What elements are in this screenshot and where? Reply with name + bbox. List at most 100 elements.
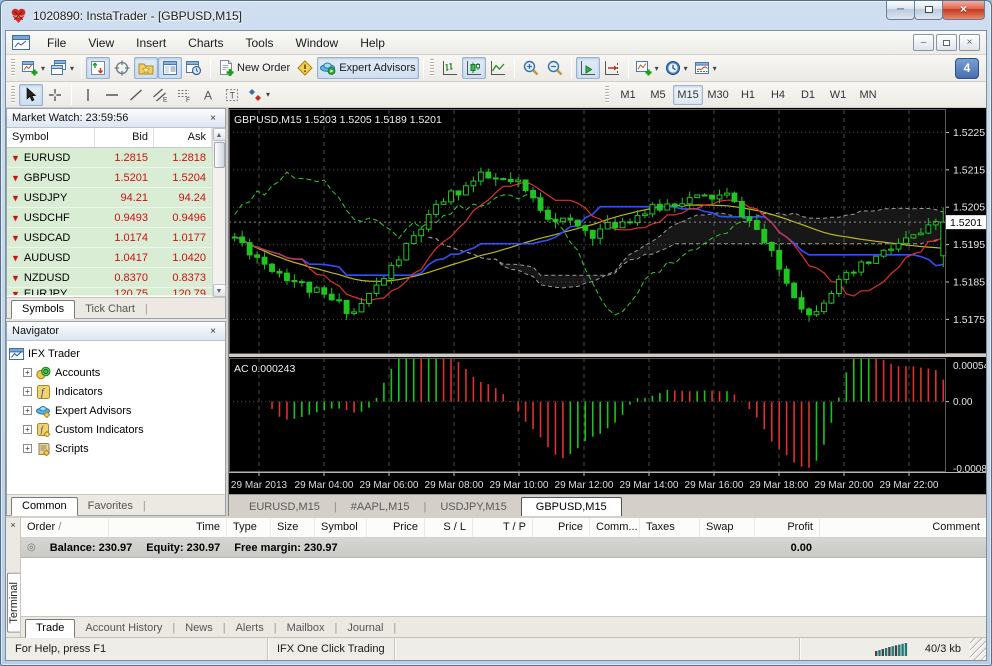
close-icon[interactable]: × xyxy=(206,113,220,124)
chart-minimize-button[interactable]: – xyxy=(913,34,934,51)
notifications-badge[interactable]: 4 xyxy=(955,58,979,79)
chart-tab-usdjpy[interactable]: USDJPY,M15 xyxy=(426,498,520,516)
horizontal-line-tool-button[interactable] xyxy=(100,84,124,106)
toolbar-grip[interactable] xyxy=(11,59,15,77)
column-profit[interactable]: Profit xyxy=(755,518,820,537)
expert-advisors-button[interactable]: Expert Advisors xyxy=(317,57,418,79)
column-commission[interactable]: Comm... xyxy=(590,518,640,537)
data-window-button[interactable] xyxy=(110,57,134,79)
tab-favorites[interactable]: Favorites xyxy=(78,498,143,515)
close-icon[interactable]: × xyxy=(10,518,15,532)
quote-row-usdchf[interactable]: ▼USDCHF 0.94930.9496 xyxy=(7,208,212,228)
tab-tick-chart[interactable]: Tick Chart xyxy=(75,301,145,318)
scrollbar-thumb[interactable] xyxy=(214,142,225,168)
chart-tab-gbpusd[interactable]: GBPUSD,M15 xyxy=(521,497,622,517)
column-type[interactable]: Type xyxy=(227,518,271,537)
tab-alerts[interactable]: Alerts xyxy=(226,620,274,637)
new-order-button[interactable]: New Order xyxy=(215,57,293,79)
templates-button[interactable]: ▾ xyxy=(691,57,720,79)
menu-view[interactable]: View xyxy=(77,33,125,53)
quote-row-gbpusd[interactable]: ▼GBPUSD 1.52011.5204 xyxy=(7,168,212,188)
column-ask[interactable]: Ask xyxy=(154,128,212,147)
column-swap[interactable]: Swap xyxy=(700,518,755,537)
tree-item-scripts[interactable]: + Scripts xyxy=(9,439,223,458)
chart-restore-button[interactable] xyxy=(936,34,957,51)
tree-item-accounts[interactable]: + Accounts xyxy=(9,363,223,382)
tree-item-indicators[interactable]: + f Indicators xyxy=(9,382,223,401)
menu-file[interactable]: File xyxy=(36,33,77,53)
tree-item-custom-indicators[interactable]: + f Custom Indicators xyxy=(9,420,223,439)
tab-symbols[interactable]: Symbols xyxy=(11,300,75,319)
expand-icon[interactable]: + xyxy=(23,368,32,377)
one-click-trading-status[interactable]: IFX One Click Trading xyxy=(268,638,395,660)
chart-shift-button[interactable] xyxy=(600,57,624,79)
column-sl[interactable]: S / L xyxy=(425,518,473,537)
close-icon[interactable]: × xyxy=(206,326,220,337)
tree-item-expert-advisors[interactable]: + Expert Advisors xyxy=(9,401,223,420)
market-watch-toggle-button[interactable] xyxy=(86,57,110,79)
tab-journal[interactable]: Journal xyxy=(337,620,393,637)
candlestick-mode-button[interactable] xyxy=(462,57,486,79)
chart-tab-aapl[interactable]: #AAPL,M15 xyxy=(337,498,424,516)
zoom-out-button[interactable] xyxy=(543,57,567,79)
toolbar-grip[interactable] xyxy=(605,86,609,104)
menu-insert[interactable]: Insert xyxy=(125,33,177,53)
gbpusd-m15-chart[interactable]: 29 Mar 201329 Mar 04:0029 Mar 06:0029 Ma… xyxy=(229,108,986,494)
fibonacci-tool-button[interactable]: F xyxy=(172,84,196,106)
bar-chart-mode-button[interactable] xyxy=(438,57,462,79)
timeframe-d1[interactable]: D1 xyxy=(793,85,823,105)
auto-scroll-button[interactable] xyxy=(576,57,600,79)
column-tp[interactable]: T / P xyxy=(473,518,533,537)
column-size[interactable]: Size xyxy=(271,518,315,537)
column-taxes[interactable]: Taxes xyxy=(640,518,700,537)
metaeditor-warning-button[interactable] xyxy=(293,57,317,79)
crosshair-tool-button[interactable] xyxy=(43,84,67,106)
price-chart[interactable]: 29 Mar 201329 Mar 04:0029 Mar 06:0029 Ma… xyxy=(229,108,986,494)
timeframe-w1[interactable]: W1 xyxy=(823,85,853,105)
profiles-button[interactable]: ▾ xyxy=(48,57,77,79)
tab-mailbox[interactable]: Mailbox xyxy=(277,620,335,637)
timeframe-h4[interactable]: H4 xyxy=(763,85,793,105)
column-time[interactable]: Time xyxy=(109,518,227,537)
periods-button[interactable]: ▾ xyxy=(662,57,691,79)
expand-icon[interactable]: + xyxy=(23,425,32,434)
text-tool-button[interactable]: A xyxy=(196,84,220,106)
channel-tool-button[interactable]: E xyxy=(148,84,172,106)
toolbar-grip[interactable] xyxy=(11,86,15,104)
menu-tools[interactable]: Tools xyxy=(235,33,285,53)
column-symbol[interactable]: Symbol xyxy=(315,518,367,537)
menu-charts[interactable]: Charts xyxy=(177,33,234,53)
timeframe-m5[interactable]: M5 xyxy=(643,85,673,105)
terminal-vertical-tab[interactable]: Terminal xyxy=(7,573,20,633)
menu-window[interactable]: Window xyxy=(285,33,350,53)
zoom-in-button[interactable] xyxy=(519,57,543,79)
tree-item-ifx-trader[interactable]: IFX Trader xyxy=(9,344,223,363)
chart-tab-eurusd[interactable]: EURUSD,M15 xyxy=(235,498,334,516)
menu-help[interactable]: Help xyxy=(349,33,396,53)
resize-grip[interactable] xyxy=(970,638,986,660)
scroll-down-icon[interactable]: ▼ xyxy=(213,284,226,297)
column-order[interactable]: Order / xyxy=(21,518,109,537)
market-watch-header[interactable]: Market Watch: 23:59:56 × xyxy=(7,109,225,128)
timeframe-h1[interactable]: H1 xyxy=(733,85,763,105)
scroll-up-icon[interactable]: ▲ xyxy=(213,128,226,141)
window-maximize-button[interactable] xyxy=(914,1,943,20)
expand-icon[interactable]: + xyxy=(23,387,32,396)
arrows-tool-button[interactable]: ▾ xyxy=(244,84,273,106)
balance-row[interactable]: ◎ Balance: 230.97 Equity: 230.97 Free ma… xyxy=(21,538,986,558)
expand-icon[interactable]: + xyxy=(23,406,32,415)
tab-news[interactable]: News xyxy=(175,620,223,637)
terminal-toggle-button[interactable] xyxy=(158,57,182,79)
navigator-toggle-button[interactable] xyxy=(134,57,158,79)
timeframe-m1[interactable]: M1 xyxy=(613,85,643,105)
strategy-tester-button[interactable] xyxy=(182,57,206,79)
toolbar-grip[interactable] xyxy=(430,59,434,77)
column-symbol[interactable]: Symbol xyxy=(7,128,95,147)
line-chart-mode-button[interactable] xyxy=(486,57,510,79)
column-bid[interactable]: Bid xyxy=(95,128,154,147)
column-price-current[interactable]: Price xyxy=(533,518,590,537)
tab-account-history[interactable]: Account History xyxy=(75,620,172,637)
quote-row-audusd[interactable]: ▼AUDUSD 1.04171.0420 xyxy=(7,248,212,268)
timeframe-mn[interactable]: MN xyxy=(853,85,883,105)
navigator-header[interactable]: Navigator × xyxy=(7,322,225,341)
